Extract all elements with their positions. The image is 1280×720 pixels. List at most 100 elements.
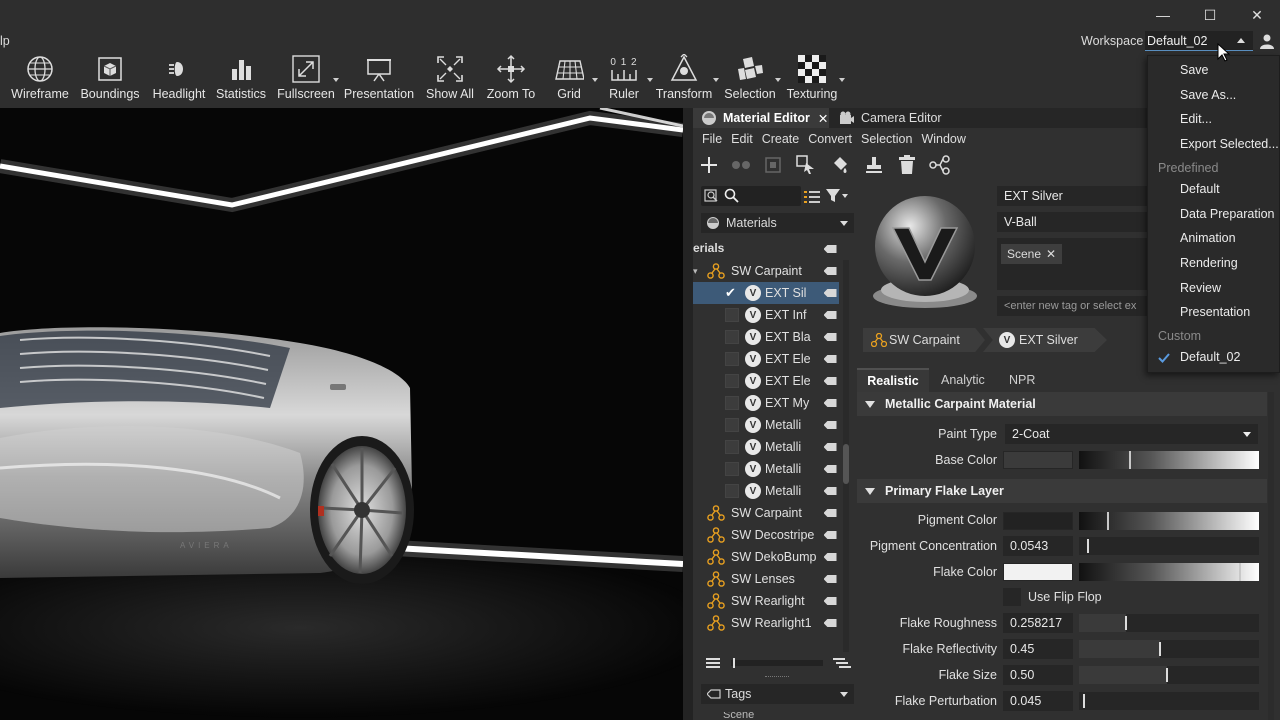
paint-type-select[interactable]: 2-Coat — [1005, 424, 1258, 444]
toolbar-presentation[interactable]: Presentation — [344, 52, 414, 106]
zoom-slider[interactable] — [731, 658, 823, 668]
tag-marker-icon[interactable] — [821, 458, 839, 480]
tree-scrollbar[interactable] — [843, 260, 849, 720]
tree-material-row[interactable]: V Metalli — [693, 458, 839, 480]
workspace-menu-default-02[interactable]: Default_02 — [1180, 350, 1240, 364]
menu-convert[interactable]: Convert — [808, 132, 852, 146]
flake-size-input[interactable]: 0.50 — [1003, 665, 1073, 685]
flake-reflectivity-slider[interactable] — [1079, 640, 1259, 658]
toolbar-wireframe[interactable]: Wireframe — [11, 52, 69, 106]
tag-marker-icon[interactable] — [821, 590, 839, 612]
tree-material-row[interactable]: V Metalli — [693, 436, 839, 458]
flake-reflectivity-input[interactable]: 0.45 — [1003, 639, 1073, 659]
tag-marker-icon[interactable] — [821, 348, 839, 370]
breadcrumb-item-silver[interactable]: V EXT Silver — [983, 328, 1107, 352]
tree-checkbox[interactable] — [725, 330, 739, 344]
user-icon[interactable] — [1259, 33, 1275, 49]
base-color-slider[interactable] — [1079, 451, 1259, 469]
flake-perturbation-slider[interactable] — [1079, 692, 1259, 710]
toolbar-transform[interactable]: Transform — [655, 52, 719, 106]
tree-group-row[interactable]: SW Decostripe — [693, 524, 839, 546]
remove-tag-icon[interactable]: ✕ — [1046, 247, 1056, 261]
link-button[interactable] — [730, 154, 752, 176]
tree-group-row[interactable]: SW Lenses — [693, 568, 839, 590]
close-window-button[interactable]: ✕ — [1234, 0, 1280, 30]
workspace-menu-rendering[interactable]: Rendering — [1180, 256, 1238, 270]
tree-material-row[interactable]: ✔ V EXT Sil — [693, 282, 839, 304]
flake-roughness-input[interactable]: 0.258217 — [1003, 613, 1073, 633]
workspace-menu-presentation[interactable]: Presentation — [1180, 305, 1250, 319]
pigment-color-swatch[interactable] — [1003, 512, 1073, 530]
properties-scrollbar[interactable] — [1268, 392, 1274, 720]
tree-scroll-thumb[interactable] — [843, 444, 849, 484]
pigment-conc-input[interactable]: 0.0543 — [1003, 536, 1073, 556]
tree-group-row[interactable]: SW Carpaint — [693, 502, 839, 524]
flake-size-knob[interactable] — [1166, 668, 1168, 682]
tree-checkbox[interactable] — [725, 352, 739, 366]
toolbar-grid[interactable]: Grid — [546, 52, 598, 106]
grid-caret-icon[interactable] — [592, 78, 598, 82]
tree-material-row[interactable]: V EXT Inf — [693, 304, 839, 326]
tag-marker-icon[interactable] — [821, 546, 839, 568]
workspace-menu-edit[interactable]: Edit... — [1180, 112, 1212, 126]
tab-realistic[interactable]: Realistic — [857, 368, 929, 392]
tag-marker-icon[interactable] — [821, 260, 839, 282]
maximize-button[interactable]: ☐ — [1187, 0, 1233, 30]
tree-checkbox[interactable] — [725, 440, 739, 454]
tag-marker-icon[interactable] — [821, 304, 839, 326]
toolbar-statistics[interactable]: Statistics — [216, 52, 266, 106]
tab-npr[interactable]: NPR — [1009, 368, 1039, 392]
flake-color-swatch[interactable] — [1003, 563, 1073, 581]
section-metallic-carpaint[interactable]: Metallic Carpaint Material — [857, 392, 1267, 416]
list-filter-icon[interactable] — [804, 190, 820, 204]
toolbar-ruler[interactable]: 0 1 2 Ruler — [601, 52, 653, 106]
tree-material-row[interactable]: V EXT My — [693, 392, 839, 414]
tags-dropdown[interactable]: Tags — [701, 684, 854, 704]
3d-viewport[interactable]: AVIERA — [0, 108, 683, 720]
tree-group-row[interactable]: SW Rearlight — [693, 590, 839, 612]
menu-edit[interactable]: Edit — [731, 132, 753, 146]
tree-checkbox[interactable] — [725, 396, 739, 410]
tree-checkbox[interactable] — [725, 374, 739, 388]
tree-checkbox[interactable] — [725, 308, 739, 322]
material-preview[interactable] — [865, 184, 985, 312]
material-name-field[interactable]: EXT Silver — [997, 186, 1147, 206]
flip-flop-checkbox-row[interactable]: Use Flip Flop — [1003, 588, 1102, 606]
ruler-caret-icon[interactable] — [647, 78, 653, 82]
tab-camera-editor[interactable]: Camera Editor — [833, 108, 943, 128]
pigment-color-slider[interactable] — [1079, 512, 1259, 530]
selection-caret-icon[interactable] — [775, 78, 781, 82]
workspace-menu-export-selected[interactable]: Export Selected... — [1180, 137, 1279, 151]
toolbar-fullscreen[interactable]: Fullscreen — [277, 52, 339, 106]
tree-group-row[interactable]: SW Rearlight1 — [693, 612, 839, 634]
texturing-caret-icon[interactable] — [839, 78, 845, 82]
flake-perturbation-knob[interactable] — [1083, 694, 1085, 708]
tree-material-row[interactable]: V EXT Ele — [693, 348, 839, 370]
base-color-swatch[interactable] — [1003, 451, 1073, 469]
tag-marker-icon[interactable] — [821, 568, 839, 590]
toolbar-zoom-to[interactable]: Zoom To — [484, 52, 538, 106]
toolbar-headlight[interactable]: Headlight — [152, 52, 206, 106]
tag-marker-icon[interactable] — [821, 326, 839, 348]
tree-checkbox[interactable] — [725, 418, 739, 432]
workspace-menu-data-preparation[interactable]: Data Preparation — [1180, 207, 1275, 221]
stamp-button[interactable] — [863, 154, 885, 176]
pigment-color-knob[interactable] — [1107, 512, 1109, 530]
materials-dropdown[interactable]: Materials — [701, 213, 854, 233]
tree-checkbox[interactable] — [725, 462, 739, 476]
workspace-select[interactable]: Default_02 — [1145, 31, 1253, 51]
workspace-menu-animation[interactable]: Animation — [1180, 231, 1236, 245]
flip-flop-checkbox[interactable] — [1003, 588, 1021, 606]
toolbar-show-all[interactable]: Show All — [423, 52, 477, 106]
toolbar-selection[interactable]: Selection — [724, 52, 781, 106]
assign-button[interactable] — [795, 154, 817, 176]
flake-roughness-knob[interactable] — [1125, 616, 1127, 630]
tag-marker-icon[interactable] — [821, 502, 839, 524]
tree-material-row[interactable]: V Metalli — [693, 480, 839, 502]
menu-help-fragment[interactable]: lp — [0, 34, 10, 48]
workspace-menu-save-as[interactable]: Save As... — [1180, 88, 1236, 102]
delete-button[interactable] — [896, 154, 918, 176]
flake-size-slider[interactable] — [1079, 666, 1259, 684]
add-material-button[interactable] — [698, 154, 720, 176]
hamburger-icon[interactable] — [706, 657, 720, 669]
